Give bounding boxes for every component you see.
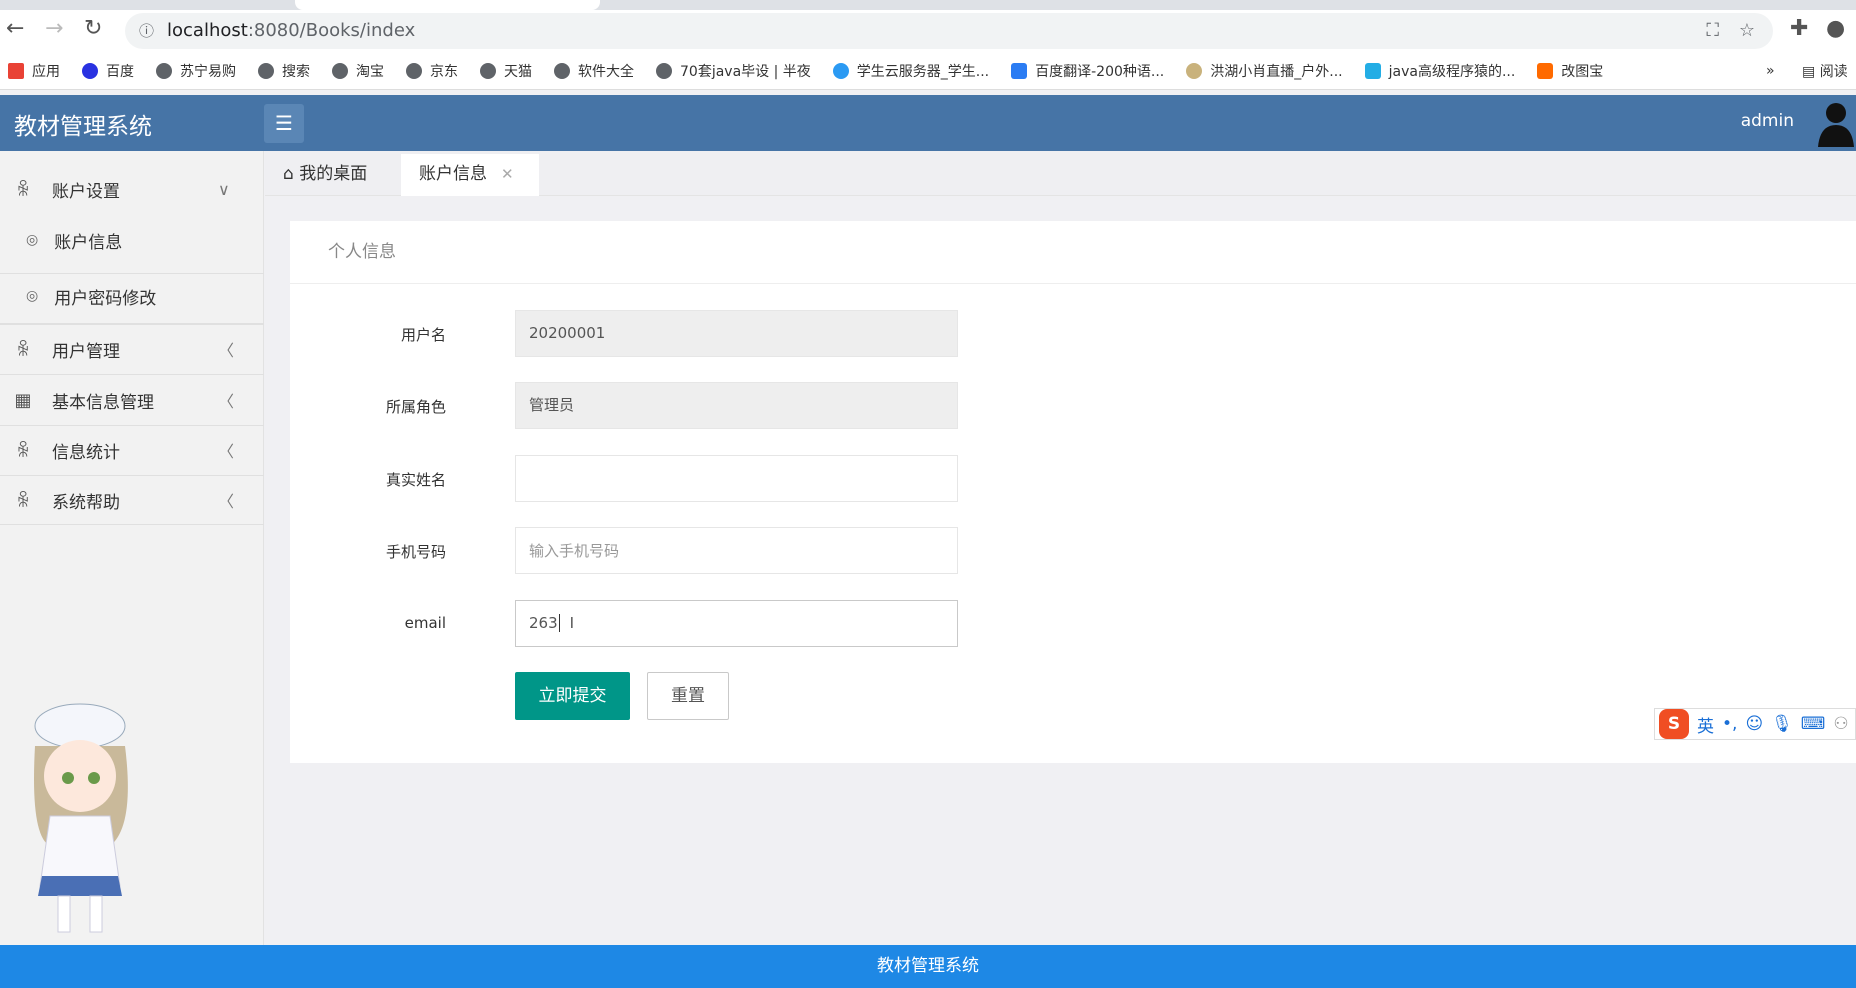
bookmark[interactable]: 学生云服务器_学生... bbox=[832, 61, 989, 81]
globe-icon bbox=[156, 62, 172, 79]
close-icon[interactable]: ✕ bbox=[501, 165, 514, 183]
bookmarks-bar: 应用 百度 苏宁易购 搜索 淘宝 京东 天猫 软件大全 70套java毕设 | … bbox=[0, 52, 1856, 90]
real-name-field[interactable] bbox=[515, 455, 958, 502]
punctuation-icon[interactable]: •, bbox=[1722, 714, 1737, 734]
globe-icon bbox=[656, 62, 672, 79]
baidu-icon bbox=[82, 62, 98, 79]
user-icon: ꆜ bbox=[15, 490, 31, 512]
bird-icon bbox=[1186, 62, 1203, 79]
sidebar-item-account-settings[interactable]: ꆜ 账户设置 ∨ bbox=[0, 171, 264, 207]
star-icon[interactable]: ☆ bbox=[1739, 13, 1755, 49]
bookmarks-more[interactable]: » bbox=[1766, 63, 1775, 79]
id-card-icon: ▦ bbox=[14, 389, 32, 411]
bookmark[interactable]: java高级程序猿的... bbox=[1364, 61, 1515, 81]
username-field[interactable]: 20200001 bbox=[515, 310, 958, 357]
home-icon: ⌂ bbox=[283, 164, 294, 184]
apps-icon bbox=[8, 62, 24, 79]
sidebar-item-basic-info[interactable]: ▦ 基本信息管理〈 bbox=[0, 382, 264, 418]
ibeam-cursor-icon: I bbox=[569, 614, 575, 632]
chevron-down-icon: ∨ bbox=[218, 179, 230, 199]
email-label: email bbox=[404, 614, 446, 632]
chevron-left-icon: 〈 bbox=[218, 392, 235, 411]
chevron-left-icon: 〈 bbox=[218, 442, 235, 461]
card-title: 个人信息 bbox=[290, 221, 1856, 284]
bookmark[interactable]: 搜索 bbox=[258, 61, 310, 81]
user-circle-icon: ◎ bbox=[26, 232, 39, 248]
emoji-icon[interactable]: ☺ bbox=[1745, 714, 1763, 734]
footer: 教材管理系统 bbox=[0, 945, 1856, 988]
bookmark[interactable]: 淘宝 bbox=[332, 61, 384, 81]
phone-field[interactable] bbox=[515, 527, 958, 574]
app-header: 教材管理系统 ☰ admin bbox=[0, 95, 1856, 151]
bookmark[interactable]: 苏宁易购 bbox=[156, 61, 236, 81]
bookmark[interactable]: 百度 bbox=[82, 61, 134, 81]
extensions-icon[interactable]: ✚ bbox=[1790, 16, 1808, 41]
menu-icon: ☰ bbox=[275, 111, 293, 135]
personal-info-card: 个人信息 用户名 20200001 所属角色 管理员 真实姓名 手机号码 ema… bbox=[290, 221, 1856, 763]
keyboard-icon[interactable]: ⌨ bbox=[1801, 714, 1826, 734]
translate-icon[interactable]: ⛶ bbox=[1706, 13, 1719, 49]
browser-toolbar: ← → ↻ ⓘ localhost:8080/Books/index ⛶ ☆ ✚ … bbox=[0, 10, 1856, 52]
user-icon: ꆜ bbox=[15, 440, 31, 462]
app-title: 教材管理系统 bbox=[14, 114, 152, 140]
reset-button[interactable]: 重置 bbox=[647, 672, 729, 720]
microphone-icon[interactable]: 🎙 bbox=[1771, 714, 1793, 734]
profile-icon[interactable]: ● bbox=[1826, 16, 1845, 41]
bookmark[interactable]: 洪湖小肖直播_户外... bbox=[1186, 61, 1343, 81]
user-circle-icon: ◎ bbox=[26, 288, 39, 304]
role-label: 所属角色 bbox=[385, 398, 446, 416]
bookmark[interactable]: 百度翻译-200种语... bbox=[1011, 61, 1164, 81]
user-icon: ꆜ bbox=[15, 339, 31, 361]
browser-tab-strip bbox=[0, 0, 1856, 10]
tab-bar: ⌂ 我的桌面 账户信息 ✕ bbox=[265, 151, 1856, 196]
sidebar-item-user-management[interactable]: ꆜ 用户管理〈 bbox=[0, 331, 264, 367]
reading-list[interactable]: ▤ 阅读 bbox=[1802, 61, 1848, 81]
image-icon bbox=[1537, 62, 1554, 79]
globe-icon bbox=[554, 62, 570, 79]
reload-icon[interactable]: ↻ bbox=[84, 16, 102, 41]
text-cursor bbox=[558, 614, 560, 632]
bookmark[interactable]: 软件大全 bbox=[554, 61, 634, 81]
bookmark[interactable]: 天猫 bbox=[480, 61, 532, 81]
mascot-image bbox=[34, 703, 128, 933]
bookmark[interactable]: 改图宝 bbox=[1537, 61, 1603, 81]
real-name-label: 真实姓名 bbox=[385, 471, 446, 489]
user-name[interactable]: admin bbox=[1741, 111, 1794, 131]
browser-tab[interactable] bbox=[295, 0, 600, 10]
bilibili-icon bbox=[1364, 62, 1381, 79]
globe-icon bbox=[332, 62, 348, 79]
sidebar-item-password-change[interactable]: ◎ 用户密码修改 bbox=[0, 278, 264, 314]
globe-icon bbox=[480, 62, 496, 79]
email-field[interactable]: 263 I bbox=[515, 600, 958, 647]
address-bar[interactable]: ⓘ localhost:8080/Books/index ⛶ ☆ bbox=[125, 13, 1773, 49]
skin-icon[interactable]: ⚇ bbox=[1833, 714, 1848, 734]
bookmark-apps[interactable]: 应用 bbox=[8, 61, 60, 81]
sogou-icon: S bbox=[1659, 709, 1689, 739]
sidebar-item-account-info[interactable]: ◎ 账户信息 bbox=[0, 222, 264, 258]
ime-toolbar[interactable]: S 英 •, ☺ 🎙 ⌨ ⚇ bbox=[1654, 708, 1856, 740]
sidebar-item-statistics[interactable]: ꆜ 信息统计〈 bbox=[0, 432, 264, 468]
user-icon: ꆜ bbox=[15, 179, 31, 201]
sidebar-item-help[interactable]: ꆜ 系统帮助〈 bbox=[0, 482, 264, 518]
submit-button[interactable]: 立即提交 bbox=[515, 672, 630, 720]
username-label: 用户名 bbox=[400, 326, 446, 344]
globe-icon bbox=[258, 62, 274, 79]
chevron-left-icon: 〈 bbox=[218, 341, 235, 360]
globe-icon bbox=[406, 62, 422, 79]
back-icon[interactable]: ← bbox=[6, 16, 24, 41]
role-field[interactable]: 管理员 bbox=[515, 382, 958, 429]
menu-toggle-button[interactable]: ☰ bbox=[264, 104, 304, 143]
forward-icon[interactable]: → bbox=[45, 16, 63, 41]
cloud-icon bbox=[832, 62, 849, 79]
bookmark[interactable]: 70套java毕设 | 半夜 bbox=[656, 61, 811, 81]
avatar[interactable] bbox=[1816, 99, 1856, 147]
info-icon[interactable]: ⓘ bbox=[139, 13, 154, 49]
phone-label: 手机号码 bbox=[385, 543, 446, 561]
tab-account-info[interactable]: 账户信息 ✕ bbox=[401, 154, 539, 196]
tab-my-desktop[interactable]: ⌂ 我的桌面 bbox=[265, 154, 385, 196]
sidebar: ꆜ 账户设置 ∨ ◎ 账户信息 ◎ 用户密码修改 ꆜ 用户管理〈 ▦ 基本信息管理〈 ꆜ 信息… bbox=[0, 151, 264, 945]
chevron-left-icon: 〈 bbox=[218, 492, 235, 511]
bookmark[interactable]: 京东 bbox=[406, 61, 458, 81]
translate-icon bbox=[1011, 62, 1028, 79]
